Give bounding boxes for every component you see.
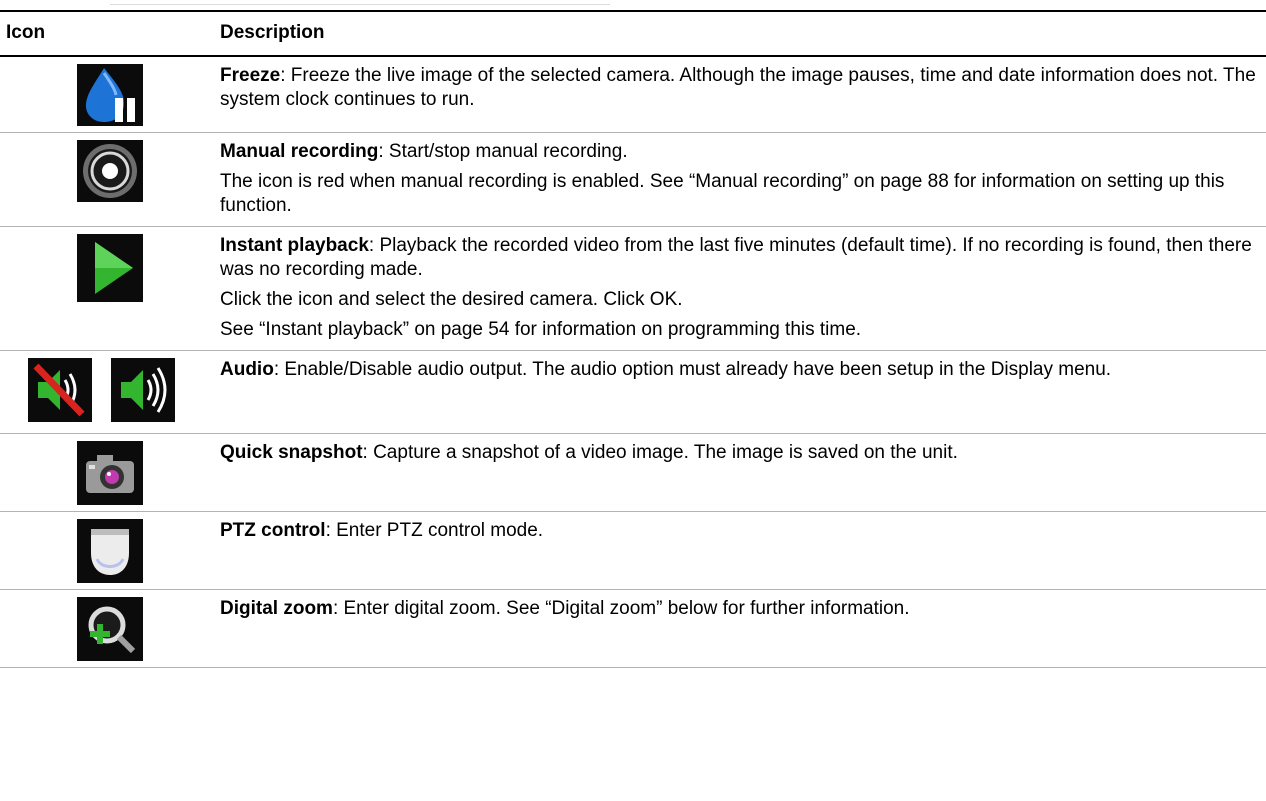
description-paragraph: Digital zoom: Enter digital zoom. See “D… <box>220 598 910 619</box>
term-label: Audio <box>220 359 274 380</box>
term-label: Digital zoom <box>220 598 333 619</box>
term-label: PTZ control <box>220 520 326 541</box>
term-label: Manual recording <box>220 141 379 162</box>
term-label: Quick snapshot <box>220 442 363 463</box>
table-row: Freeze: Freeze the live image of the sel… <box>0 56 1266 133</box>
header-description: Description <box>220 10 1266 57</box>
digital-zoom-magnifier-icon <box>77 597 143 661</box>
table-row: Quick snapshot: Capture a snapshot of a … <box>0 433 1266 512</box>
term-label: Freeze <box>220 65 281 86</box>
table-row: Manual recording: Start/stop manual reco… <box>0 132 1266 227</box>
ptz-dome-camera-icon <box>77 519 143 583</box>
audio-off-icon <box>27 358 92 422</box>
manual-recording-icon <box>77 140 143 202</box>
table-header-row: Icon Description <box>0 10 1266 57</box>
audio-on-icon <box>110 358 175 422</box>
description-paragraph: PTZ control: Enter PTZ control mode. <box>220 520 544 541</box>
table-row: Audio: Enable/Disable audio output. The … <box>0 350 1266 434</box>
term-label: Instant playback <box>220 235 369 256</box>
description-paragraph: Manual recording: Start/stop manual reco… <box>220 141 628 162</box>
freeze-icon <box>77 64 143 126</box>
description-paragraph: Click the icon and select the desired ca… <box>220 289 683 310</box>
description-paragraph: The icon is red when manual recording is… <box>220 171 1225 216</box>
camera-snapshot-icon <box>77 441 143 505</box>
table-row: Digital zoom: Enter digital zoom. See “D… <box>0 589 1266 668</box>
description-paragraph: See “Instant playback” on page 54 for in… <box>220 319 862 340</box>
icon-description-table: Icon Description Freeze: Freeze the live… <box>0 10 1266 668</box>
description-paragraph: Quick snapshot: Capture a snapshot of a … <box>220 442 958 463</box>
instant-playback-icon <box>77 234 143 302</box>
table-row: PTZ control: Enter PTZ control mode. <box>0 511 1266 590</box>
description-paragraph: Audio: Enable/Disable audio output. The … <box>220 359 1112 380</box>
description-paragraph: Instant playback: Playback the recorded … <box>220 235 1252 280</box>
description-paragraph: Freeze: Freeze the live image of the sel… <box>220 65 1256 110</box>
header-icon: Icon <box>0 10 220 57</box>
table-row: Instant playback: Playback the recorded … <box>0 226 1266 351</box>
